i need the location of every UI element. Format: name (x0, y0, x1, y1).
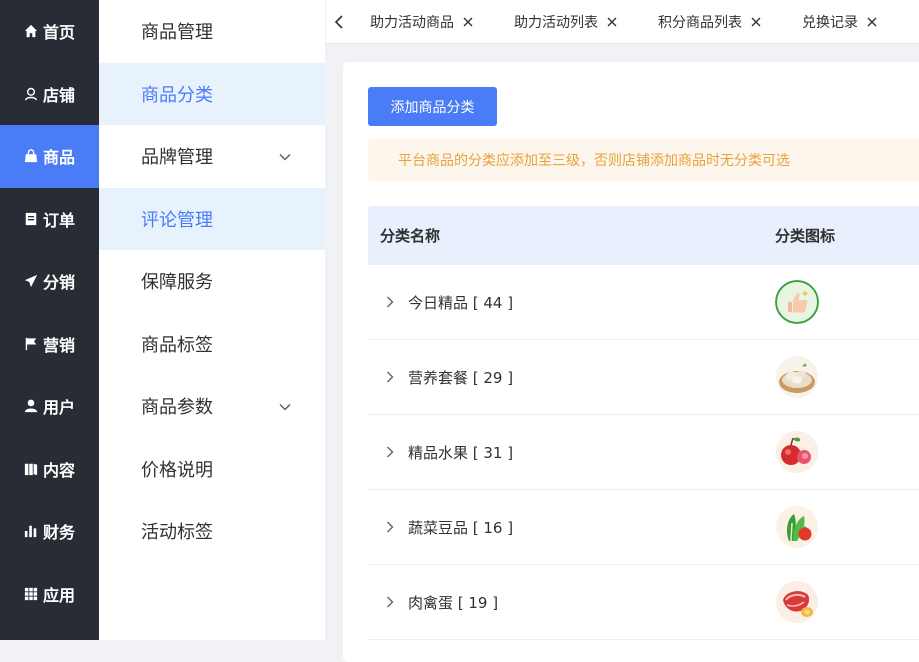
main-nav: 首页 店铺 商品 订单 分销 营销 用户 内容 财务 应用 (0, 0, 99, 640)
shop-icon (24, 87, 38, 101)
chart-icon (24, 524, 38, 538)
notice-text: 平台商品的分类应添加至三级，否则店铺添加商品时无分类可选 (398, 153, 790, 169)
tab-label: 积分商品列表 (658, 14, 742, 31)
nav-item-marketing[interactable]: 营销 (0, 313, 99, 376)
submenu-item-guarantee-service[interactable]: 保障服务 (99, 250, 325, 313)
order-icon (24, 212, 38, 226)
tab-bar: 助力活动商品 助力活动列表 积分商品列表 兑换记录 (326, 0, 919, 44)
nav-item-shop[interactable]: 店铺 (0, 63, 99, 126)
nav-item-label: 内容 (42, 460, 75, 480)
nav-item-label: 店铺 (42, 85, 75, 105)
chevron-right-icon[interactable] (386, 521, 396, 533)
thumbs-up-icon (775, 280, 819, 324)
row-name-cell: 营养套餐 [ 29 ] (368, 367, 775, 388)
nav-item-content[interactable]: 内容 (0, 438, 99, 501)
chevron-right-icon[interactable] (386, 371, 396, 383)
close-icon[interactable] (607, 17, 617, 27)
nav-item-label: 分销 (42, 273, 75, 293)
main-content: 添加商品分类 平台商品的分类应添加至三级，否则店铺添加商品时无分类可选 分类名称… (343, 62, 919, 662)
nav-item-users[interactable]: 用户 (0, 375, 99, 438)
submenu-item-label: 保障服务 (141, 272, 213, 294)
submenu-item-label: 活动标签 (141, 522, 213, 544)
meat-icon (775, 580, 819, 624)
home-icon (24, 24, 38, 38)
submenu-item-activity-tags[interactable]: 活动标签 (99, 500, 325, 563)
tab-points-goods[interactable]: 积分商品列表 (658, 12, 761, 32)
table-row[interactable]: 肉禽蛋 [ 19 ] (368, 565, 919, 640)
tab-redeem-records[interactable]: 兑换记录 (802, 12, 877, 32)
column-header-name: 分类名称 (380, 227, 441, 245)
submenu-item-label: 商品参数 (141, 397, 213, 419)
notice-alert: 平台商品的分类应添加至三级，否则店铺添加商品时无分类可选 (368, 139, 919, 181)
category-table: 分类名称 分类图标 今日精品 [ 44 ] 营养套餐 [ 29 ] 精品水果 [… (368, 206, 919, 640)
nav-item-label: 商品 (42, 148, 75, 168)
send-icon (24, 274, 38, 288)
nav-item-goods[interactable]: 商品 (0, 125, 99, 188)
fruit-icon (775, 430, 819, 474)
nav-item-finance[interactable]: 财务 (0, 500, 99, 563)
chevron-left-icon[interactable] (328, 0, 350, 43)
submenu-item-goods-tags[interactable]: 商品标签 (99, 313, 325, 376)
chevron-right-icon[interactable] (386, 596, 396, 608)
nav-item-label: 首页 (42, 23, 75, 43)
category-name: 精品水果 [ 31 ] (408, 443, 514, 462)
table-row[interactable]: 今日精品 [ 44 ] (368, 265, 919, 340)
tab-label: 兑换记录 (802, 14, 858, 31)
submenu-item-goods-category[interactable]: 商品分类 (99, 62, 325, 125)
chicken-icon (775, 355, 819, 399)
submenu-item-goods-params[interactable]: 商品参数 (99, 375, 325, 438)
bag-icon (24, 149, 38, 163)
nav-item-distribution[interactable]: 分销 (0, 250, 99, 313)
vegetable-icon (775, 505, 819, 549)
close-icon[interactable] (463, 17, 473, 27)
nav-item-label: 订单 (42, 210, 75, 230)
submenu-item-label: 价格说明 (141, 459, 213, 481)
add-category-button[interactable]: 添加商品分类 (368, 87, 497, 126)
nav-item-label: 用户 (42, 398, 75, 418)
submenu-item-label: 商品标签 (141, 334, 213, 356)
book-icon (24, 462, 38, 476)
row-name-cell: 精品水果 [ 31 ] (368, 442, 775, 463)
tab-assist-list[interactable]: 助力活动列表 (514, 12, 617, 32)
nav-item-label: 财务 (42, 523, 75, 543)
nav-item-apps[interactable]: 应用 (0, 563, 99, 626)
tab-assist-goods[interactable]: 助力活动商品 (370, 12, 473, 32)
category-name: 肉禽蛋 [ 19 ] (408, 593, 499, 612)
table-header: 分类名称 分类图标 (368, 206, 919, 265)
submenu-item-label: 评论管理 (141, 209, 213, 231)
submenu-item-goods-management[interactable]: 商品管理 (99, 0, 325, 63)
submenu-item-label: 商品分类 (141, 84, 213, 106)
close-icon[interactable] (751, 17, 761, 27)
chevron-down-icon (279, 147, 291, 161)
category-name: 今日精品 [ 44 ] (408, 293, 514, 312)
submenu-item-price-note[interactable]: 价格说明 (99, 438, 325, 501)
category-name: 营养套餐 [ 29 ] (408, 368, 514, 387)
flag-icon (24, 337, 38, 351)
tab-label: 助力活动列表 (514, 14, 598, 31)
row-name-cell: 肉禽蛋 [ 19 ] (368, 592, 775, 613)
row-name-cell: 蔬菜豆品 [ 16 ] (368, 517, 775, 538)
chevron-down-icon (279, 397, 291, 411)
category-name: 蔬菜豆品 [ 16 ] (408, 518, 514, 537)
nav-item-label: 应用 (42, 585, 75, 605)
grid-icon (24, 587, 38, 601)
submenu-item-brand-management[interactable]: 品牌管理 (99, 125, 325, 188)
chevron-right-icon[interactable] (386, 296, 396, 308)
row-name-cell: 今日精品 [ 44 ] (368, 292, 775, 313)
submenu-item-label: 品牌管理 (141, 147, 213, 169)
nav-item-label: 营销 (42, 335, 75, 355)
table-row[interactable]: 蔬菜豆品 [ 16 ] (368, 490, 919, 565)
nav-item-orders[interactable]: 订单 (0, 188, 99, 251)
table-row[interactable]: 营养套餐 [ 29 ] (368, 340, 919, 415)
table-row[interactable]: 精品水果 [ 31 ] (368, 415, 919, 490)
user-icon (24, 399, 38, 413)
column-header-icon: 分类图标 (775, 227, 836, 245)
close-icon[interactable] (867, 17, 877, 27)
sub-menu: 商品管理 商品分类 品牌管理 评论管理 保障服务 商品标签 商品参数 价格说明 … (99, 0, 325, 640)
submenu-item-label: 商品管理 (141, 22, 213, 44)
tab-label: 助力活动商品 (370, 14, 454, 31)
submenu-item-review-management[interactable]: 评论管理 (99, 187, 325, 250)
chevron-right-icon[interactable] (386, 446, 396, 458)
nav-item-home[interactable]: 首页 (0, 0, 99, 63)
